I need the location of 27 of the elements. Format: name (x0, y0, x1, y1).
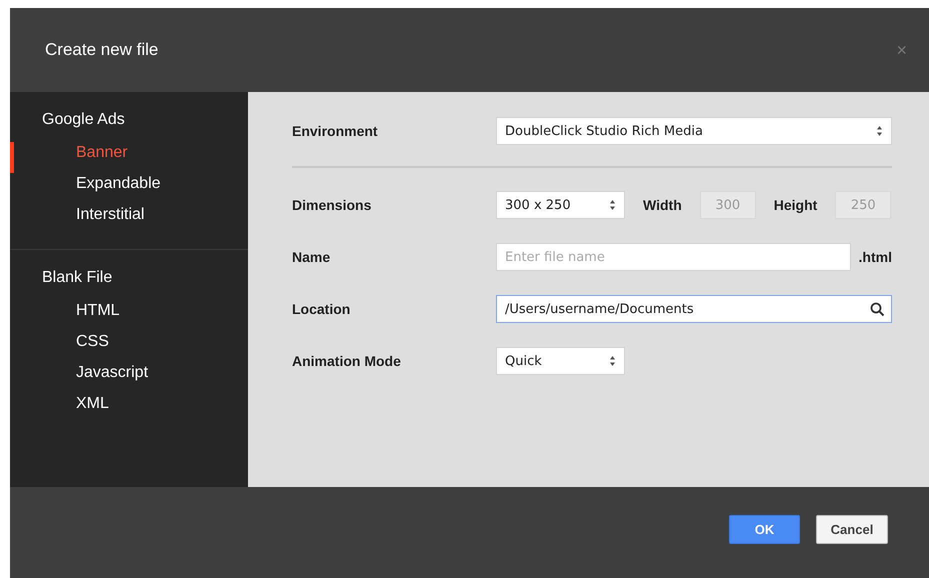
animation-mode-select[interactable]: Quick (496, 347, 625, 375)
category-heading: Google Ads (41, 110, 126, 130)
field-label: Dimensions (292, 197, 372, 213)
cancel-button[interactable]: Cancel (816, 515, 888, 544)
name-field[interactable]: Enter file name (496, 243, 851, 271)
sidebar-item[interactable]: CSS (10, 331, 248, 362)
stepper-icon (609, 199, 616, 211)
extension-label: .html (858, 249, 892, 265)
category-heading: Blank File (41, 268, 114, 288)
location-field[interactable]: /Users/username/Documents (496, 295, 892, 323)
field-label: Location (292, 301, 352, 317)
sidebar-item[interactable]: Javascript (10, 362, 248, 393)
stepper-icon (609, 355, 616, 367)
dimensions-select[interactable]: 300 x 250 (496, 191, 625, 219)
sidebar-item[interactable]: HTML (10, 300, 248, 331)
field-label: Environment (292, 123, 379, 139)
sidebar-item[interactable]: XML (10, 393, 248, 424)
stepper-icon (876, 125, 883, 137)
field-label: Height (774, 197, 818, 213)
field-label: Name (292, 249, 332, 265)
dialog-title: Create new file (45, 40, 158, 60)
field-label: Animation Mode (292, 353, 402, 369)
sidebar-item[interactable]: Interstitial (10, 204, 248, 235)
search-icon (870, 302, 885, 317)
environment-select[interactable]: DoubleClick Studio Rich Media (496, 117, 892, 145)
field-label: Width (643, 197, 682, 213)
sidebar-item[interactable]: Expandable (10, 173, 248, 204)
